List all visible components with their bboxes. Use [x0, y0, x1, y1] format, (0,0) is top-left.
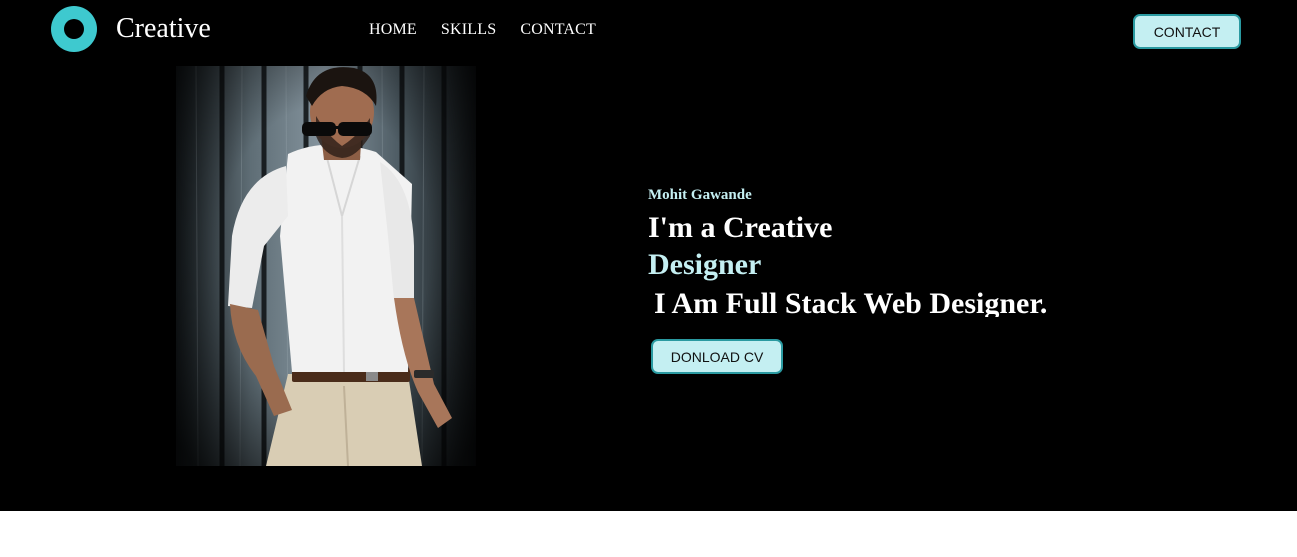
author-name: Mohit Gawande [648, 187, 752, 203]
contact-button[interactable]: CONTACT [1133, 14, 1241, 49]
download-cv-button[interactable]: DONLOAD CV [651, 339, 783, 374]
main-nav: HOME SKILLS CONTACT [369, 20, 596, 40]
nav-home[interactable]: HOME [369, 20, 417, 40]
headline-intro: I'm a Creative [648, 211, 833, 244]
profile-photo-illustration [176, 66, 476, 466]
nav-skills[interactable]: SKILLS [441, 20, 496, 40]
nav-contact[interactable]: CONTACT [520, 20, 596, 40]
brand-name[interactable]: Creative [116, 12, 211, 46]
logo-icon-center [64, 19, 84, 39]
profile-photo [176, 66, 476, 466]
hero-section: Creative HOME SKILLS CONTACT CONTACT Moh… [0, 0, 1297, 511]
headline-tagline: I Am Full Stack Web Designer. [654, 287, 1048, 317]
logo-icon[interactable] [51, 6, 97, 52]
headline-role: Designer [648, 248, 762, 281]
